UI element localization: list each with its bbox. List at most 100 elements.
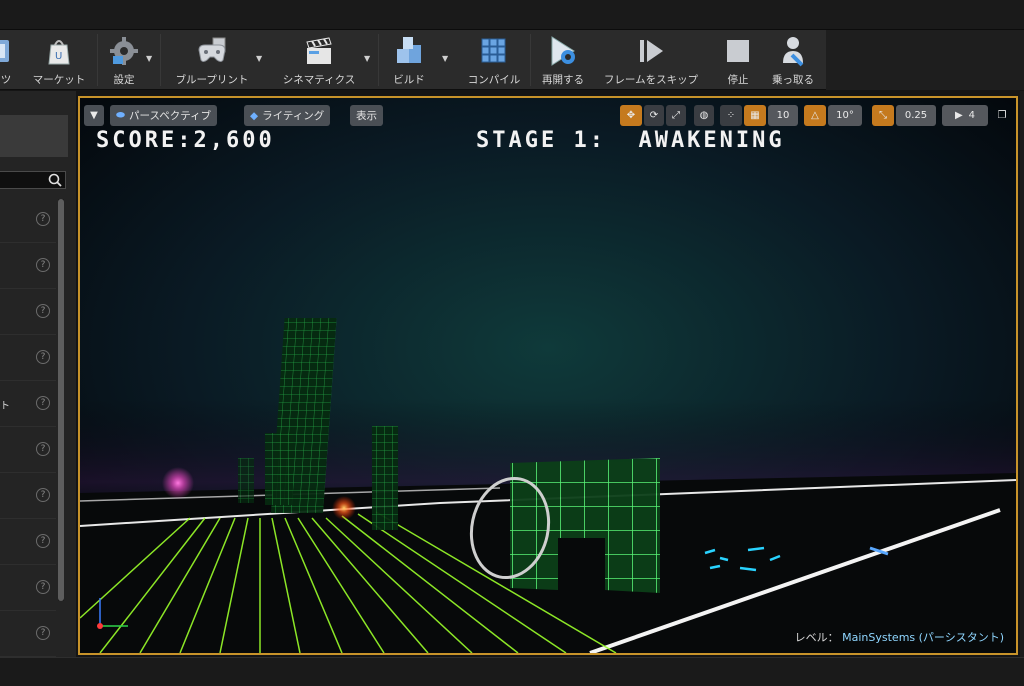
perspective-label: パースペクティブ	[128, 110, 212, 122]
compile-button-label: コンパイル	[467, 74, 521, 86]
grid-snap-icon[interactable]: ▦	[744, 105, 766, 126]
perspective-button[interactable]: ⬬ パースペクティブ	[110, 105, 218, 126]
window-top-strip	[0, 0, 1024, 30]
blueprints-dropdown-arrow[interactable]: ▼	[256, 54, 266, 64]
details-row[interactable]: ?	[0, 565, 56, 611]
marketplace-bag-icon: U	[42, 34, 76, 68]
details-scrollbar-thumb[interactable]	[58, 199, 64, 601]
build-dropdown-arrow[interactable]: ▼	[442, 54, 452, 64]
lighting-button[interactable]: ◆ ライティング	[244, 105, 331, 126]
main-toolbar: ツ U マーケット 設定 ▼ ブループリント ▼ シネマティクス ▼ ビルド ▼	[0, 30, 1024, 90]
details-row[interactable]: ?	[0, 197, 56, 243]
show-label: 表示	[356, 110, 377, 122]
skip-frame-button[interactable]: フレームをスキップ	[596, 30, 706, 90]
content-button[interactable]: ツ	[0, 30, 20, 90]
show-button[interactable]: 表示	[350, 105, 383, 126]
toolbar-separator	[530, 34, 531, 86]
rotate-mode-icon[interactable]: ⟳	[644, 105, 664, 126]
viewport-options-button[interactable]: ▼	[84, 105, 104, 126]
clapperboard-icon	[302, 34, 336, 68]
build-button-label: ビルド	[393, 74, 425, 86]
scale-snap-value[interactable]: 0.25	[896, 105, 936, 126]
help-icon[interactable]: ?	[36, 626, 50, 640]
camera-speed-button[interactable]: ▶ 4	[942, 105, 988, 126]
surface-snap-icon[interactable]: ⁘	[720, 105, 742, 126]
level-viewport[interactable]: ▼ ⬬ パースペクティブ ◆ ライティング 表示 ✥ ⟳ ⤢ ◍ ⁘ ▦ 10 △ …	[78, 96, 1018, 655]
level-prefix: レベル：	[794, 631, 839, 644]
marketplace-button-label: マーケット	[32, 74, 86, 86]
skip-frame-button-label: フレームをスキップ	[603, 74, 699, 86]
details-row[interactable]: ?	[0, 519, 56, 565]
help-icon[interactable]: ?	[36, 442, 50, 456]
cinematics-button-label: シネマティクス	[282, 74, 356, 86]
cinematics-button[interactable]: シネマティクス	[274, 30, 364, 90]
toolbar-separator	[160, 34, 161, 86]
level-name: MainSystems (パーシスタント)	[842, 631, 1004, 644]
details-row[interactable]: ?	[0, 611, 56, 657]
toolbar-separator	[378, 34, 379, 86]
content-button-label: ツ	[0, 74, 12, 86]
translate-mode-icon[interactable]: ✥	[620, 105, 642, 126]
skip-frame-icon	[634, 34, 668, 68]
blueprints-button[interactable]: ブループリント	[166, 30, 258, 90]
game-scene	[80, 98, 1016, 653]
help-icon[interactable]: ?	[36, 304, 50, 318]
help-icon[interactable]: ?	[36, 258, 50, 272]
build-button[interactable]: ビルド	[384, 30, 434, 90]
grid-snap-value-text: 10	[776, 110, 790, 121]
resume-button-label: 再開する	[542, 74, 584, 86]
current-level-label: レベル： MainSystems (パーシスタント)	[795, 629, 1004, 645]
perspective-icon: ⬬	[116, 109, 125, 121]
stop-button[interactable]: 停止	[718, 30, 758, 90]
compile-cubes-icon	[477, 34, 511, 68]
content-icon	[0, 34, 23, 68]
stop-icon	[721, 34, 755, 68]
play-gear-icon	[546, 34, 580, 68]
svg-text:U: U	[55, 51, 62, 62]
details-row[interactable]: ト?	[0, 381, 56, 427]
settings-dropdown-arrow[interactable]: ▼	[146, 54, 156, 64]
details-row[interactable]: ?	[0, 473, 56, 519]
bottom-panel-strip	[0, 657, 1024, 686]
details-search-input[interactable]	[0, 171, 66, 189]
scale-snap-icon[interactable]: ⤡	[872, 105, 894, 126]
help-icon[interactable]: ?	[36, 350, 50, 364]
stop-button-label: 停止	[727, 74, 749, 86]
details-scrollbar[interactable]	[58, 199, 64, 601]
marketplace-button[interactable]: U マーケット	[24, 30, 94, 90]
grid-snap-value[interactable]: 10	[768, 105, 798, 126]
search-icon	[47, 172, 63, 188]
hud-stage: STAGE 1: AWAKENING	[476, 128, 785, 153]
gamepad-icon	[195, 34, 229, 68]
right-edge-panel	[1020, 91, 1024, 657]
world-local-icon[interactable]: ◍	[694, 105, 714, 126]
details-panel: ? ? ? ? ト? ? ? ? ? ?	[0, 91, 76, 686]
lighting-label: ライティング	[262, 110, 325, 122]
details-row[interactable]: ?	[0, 427, 56, 473]
possess-pawn-icon	[776, 34, 810, 68]
camera-speed-icon: ▶	[954, 110, 963, 121]
help-icon[interactable]: ?	[36, 580, 50, 594]
help-icon[interactable]: ?	[36, 212, 50, 226]
rotation-snap-value[interactable]: 10°	[828, 105, 862, 126]
details-row-label: ト	[0, 401, 10, 412]
details-row[interactable]: ?	[0, 289, 56, 335]
rotation-snap-value-text: 10°	[836, 110, 854, 121]
details-row[interactable]: ?	[0, 335, 56, 381]
details-panel-header	[0, 115, 68, 157]
rotation-snap-icon[interactable]: △	[804, 105, 826, 126]
help-icon[interactable]: ?	[36, 396, 50, 410]
details-row[interactable]: ?	[0, 243, 56, 289]
settings-button[interactable]: 設定	[102, 30, 146, 90]
maximize-viewport-icon[interactable]: ❐	[994, 105, 1010, 126]
scale-mode-icon[interactable]: ⤢	[666, 105, 686, 126]
scale-snap-value-text: 0.25	[904, 110, 928, 121]
help-icon[interactable]: ?	[36, 488, 50, 502]
resume-button[interactable]: 再開する	[536, 30, 590, 90]
lighting-icon: ◆	[250, 109, 259, 122]
possess-button[interactable]: 乗っ取る	[766, 30, 820, 90]
cinematics-dropdown-arrow[interactable]: ▼	[364, 54, 374, 64]
help-icon[interactable]: ?	[36, 534, 50, 548]
toolbar-empty-area	[826, 30, 1024, 90]
compile-button[interactable]: コンパイル	[462, 30, 526, 90]
